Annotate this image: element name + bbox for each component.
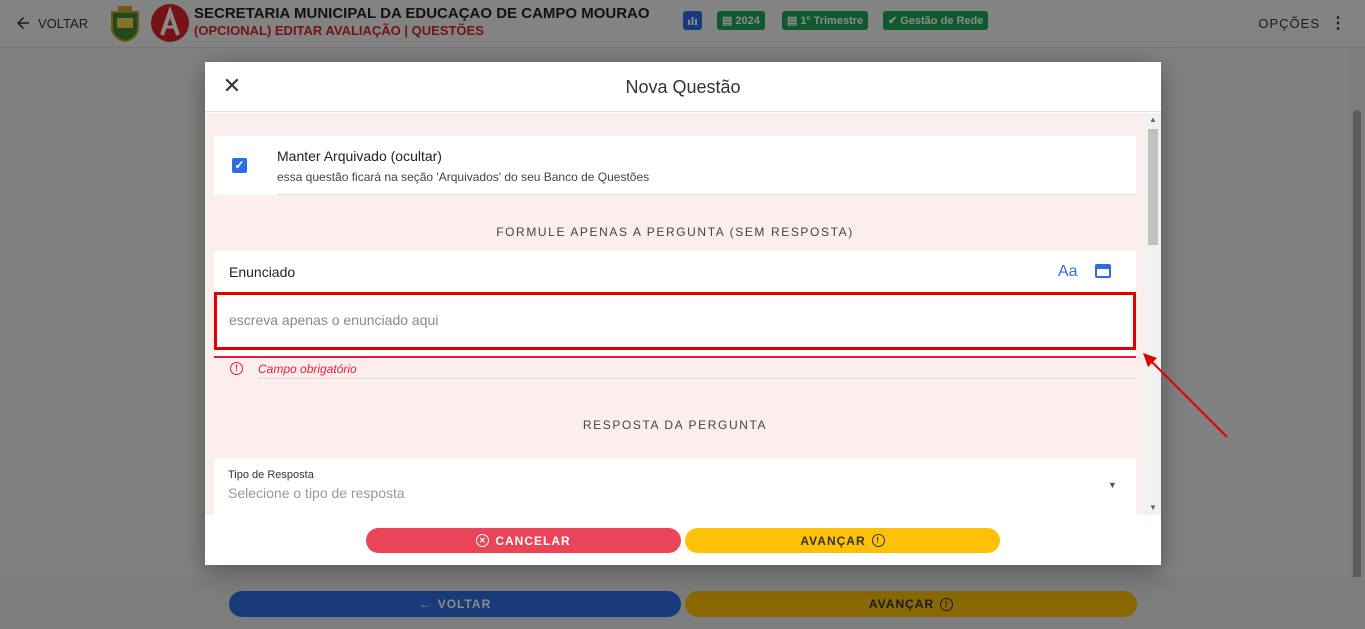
statement-placeholder: escreva apenas o enunciado aqui <box>229 312 439 328</box>
answer-type-label: Tipo de Resposta <box>228 469 314 481</box>
next-button[interactable]: AVANÇAR ! <box>685 528 1000 553</box>
answer-type-select[interactable]: Tipo de Resposta Selecione o tipo de res… <box>214 458 1136 515</box>
archive-description: essa questão ficará na seção 'Arquivados… <box>277 170 650 184</box>
divider <box>277 194 1136 195</box>
scroll-up-icon[interactable]: ▲ <box>1149 115 1157 124</box>
cancel-button[interactable]: ✕ CANCELAR <box>366 528 681 553</box>
error-icon: ! <box>230 362 243 375</box>
dialog-title: Nova Questão <box>625 77 741 97</box>
dropdown-caret-icon: ▼ <box>1108 480 1117 490</box>
alert-circle-icon: ! <box>871 534 885 547</box>
font-format-button[interactable]: Aa <box>1058 263 1078 281</box>
dialog-content: ✓ Manter Arquivado (ocultar) essa questã… <box>205 113 1145 515</box>
dialog-footer: ✕ CANCELAR AVANÇAR ! <box>205 515 1161 565</box>
cancel-circle-icon: ✕ <box>476 534 490 547</box>
required-field-error: Campo obrigatório <box>258 362 357 376</box>
question-section-heading: FORMULE APENAS A PERGUNTA (SEM RESPOSTA) <box>496 225 854 239</box>
statement-input[interactable]: escreva apenas o enunciado aqui <box>214 292 1136 350</box>
annotation-arrow-icon <box>1143 353 1228 438</box>
statement-label: Enunciado <box>229 264 296 280</box>
fullscreen-window-icon[interactable] <box>1095 264 1111 278</box>
scroll-down-icon[interactable]: ▼ <box>1149 503 1157 512</box>
dialog-header: ✕ Nova Questão <box>205 62 1161 112</box>
archive-title: Manter Arquivado (ocultar) <box>277 148 442 164</box>
new-question-dialog: ✕ Nova Questão ✓ Manter Arquivado (ocult… <box>205 62 1161 565</box>
divider <box>258 378 1136 379</box>
archive-option[interactable]: ✓ Manter Arquivado (ocultar) essa questã… <box>214 136 1136 195</box>
archive-checkbox[interactable]: ✓ <box>232 158 247 173</box>
statement-card: Enunciado Aa escreva apenas o enunciado … <box>214 251 1136 356</box>
error-underline <box>214 356 1136 358</box>
dialog-body: ✓ Manter Arquivado (ocultar) essa questã… <box>205 113 1161 515</box>
dialog-scrollbar[interactable]: ▲ ▼ <box>1145 113 1161 515</box>
next-label: AVANÇAR <box>800 533 866 548</box>
dialog-scrollbar-thumb[interactable] <box>1148 129 1158 245</box>
answer-type-placeholder: Selecione o tipo de resposta <box>228 485 405 501</box>
cancel-label: CANCELAR <box>495 533 571 548</box>
answer-section-heading: RESPOSTA DA PERGUNTA <box>582 418 768 432</box>
